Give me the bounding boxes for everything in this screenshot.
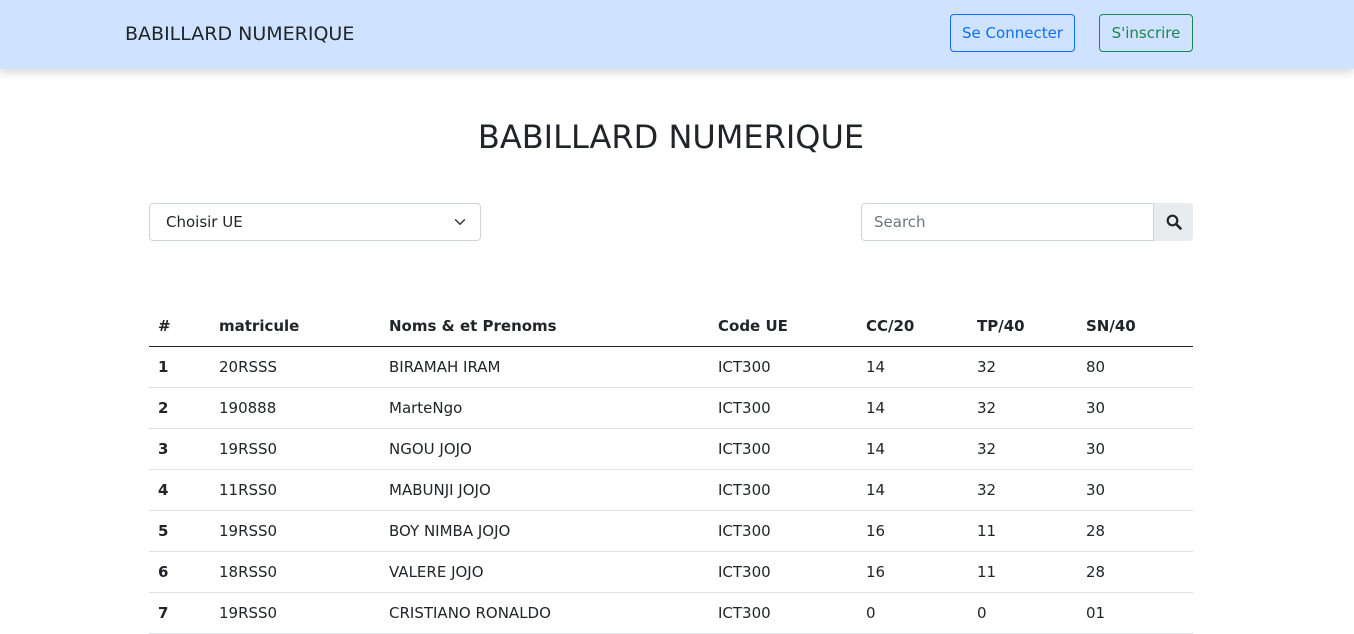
page-title: BABILLARD NUMERIQUE (477, 118, 865, 156)
cell-matricule: 19RSS0 (210, 428, 380, 470)
cell-code-ue: ICT300 (709, 510, 857, 552)
cell-index: 2 (149, 387, 210, 429)
ue-select-value: Choisir UE (166, 213, 243, 231)
table-row: 7 19RSS0 CRISTIANO RONALDO ICT300 0 0 01 (149, 592, 1193, 634)
table-row: 5 19RSS0 BOY NIMBA JOJO ICT300 16 11 28 (149, 510, 1193, 552)
cell-matricule: 11RSS0 (210, 469, 380, 511)
cell-code-ue: ICT300 (709, 551, 857, 593)
table-row: 2 190888 MarteNgo ICT300 14 32 30 (149, 387, 1193, 429)
header-code-ue: Code UE (709, 306, 857, 347)
table-header-row: # matricule Noms & et Prenoms Code UE CC… (149, 306, 1193, 347)
table-row: 6 18RSS0 VALERE JOJO ICT300 16 11 28 (149, 551, 1193, 593)
cell-sn: 30 (1077, 428, 1193, 470)
register-button[interactable]: S'inscrire (1099, 14, 1193, 52)
cell-tp: 32 (968, 469, 1077, 511)
cell-matricule: 19RSS0 (210, 592, 380, 634)
header-matricule: matricule (210, 306, 380, 347)
cell-matricule: 18RSS0 (210, 551, 380, 593)
header-names: Noms & et Prenoms (380, 306, 709, 347)
search-icon (1166, 214, 1182, 230)
results-table: # matricule Noms & et Prenoms Code UE CC… (149, 306, 1193, 634)
chevron-down-icon (454, 219, 466, 225)
cell-sn: 80 (1077, 346, 1193, 388)
header-sn: SN/40 (1077, 306, 1193, 347)
cell-names: BOY NIMBA JOJO (380, 510, 709, 552)
table-row: 3 19RSS0 NGOU JOJO ICT300 14 32 30 (149, 428, 1193, 470)
cell-names: MABUNJI JOJO (380, 469, 709, 511)
cell-sn: 01 (1077, 592, 1193, 634)
cell-index: 3 (149, 428, 210, 470)
cell-sn: 30 (1077, 469, 1193, 511)
cell-tp: 11 (968, 510, 1077, 552)
search-group (861, 203, 1193, 241)
cell-sn: 30 (1077, 387, 1193, 429)
cell-cc: 16 (857, 510, 968, 552)
header-cc: CC/20 (857, 306, 968, 347)
cell-cc: 14 (857, 469, 968, 511)
cell-tp: 0 (968, 592, 1077, 634)
cell-names: NGOU JOJO (380, 428, 709, 470)
cell-index: 1 (149, 346, 210, 388)
table-row: 1 20RSSS BIRAMAH IRAM ICT300 14 32 80 (149, 346, 1193, 388)
header-index: # (149, 306, 210, 347)
cell-cc: 16 (857, 551, 968, 593)
cell-code-ue: ICT300 (709, 592, 857, 634)
cell-sn: 28 (1077, 510, 1193, 552)
cell-cc: 14 (857, 428, 968, 470)
cell-index: 5 (149, 510, 210, 552)
cell-names: MarteNgo (380, 387, 709, 429)
cell-code-ue: ICT300 (709, 469, 857, 511)
cell-code-ue: ICT300 (709, 428, 857, 470)
cell-sn: 28 (1077, 551, 1193, 593)
ue-select[interactable]: Choisir UE (149, 203, 481, 241)
header-tp: TP/40 (968, 306, 1077, 347)
search-button[interactable] (1154, 203, 1193, 241)
cell-code-ue: ICT300 (709, 346, 857, 388)
cell-index: 4 (149, 469, 210, 511)
cell-index: 6 (149, 551, 210, 593)
navbar: BABILLARD NUMERIQUE Se Connecter S'inscr… (0, 0, 1354, 69)
cell-index: 7 (149, 592, 210, 634)
login-button[interactable]: Se Connecter (950, 14, 1075, 52)
cell-names: VALERE JOJO (380, 551, 709, 593)
cell-matricule: 19RSS0 (210, 510, 380, 552)
table-row: 4 11RSS0 MABUNJI JOJO ICT300 14 32 30 (149, 469, 1193, 511)
search-input[interactable] (861, 203, 1154, 241)
cell-names: CRISTIANO RONALDO (380, 592, 709, 634)
cell-tp: 11 (968, 551, 1077, 593)
cell-matricule: 20RSSS (210, 346, 380, 388)
cell-matricule: 190888 (210, 387, 380, 429)
cell-code-ue: ICT300 (709, 387, 857, 429)
cell-names: BIRAMAH IRAM (380, 346, 709, 388)
cell-cc: 0 (857, 592, 968, 634)
cell-tp: 32 (968, 387, 1077, 429)
cell-cc: 14 (857, 387, 968, 429)
cell-tp: 32 (968, 346, 1077, 388)
cell-tp: 32 (968, 428, 1077, 470)
navbar-brand[interactable]: BABILLARD NUMERIQUE (125, 20, 354, 48)
cell-cc: 14 (857, 346, 968, 388)
